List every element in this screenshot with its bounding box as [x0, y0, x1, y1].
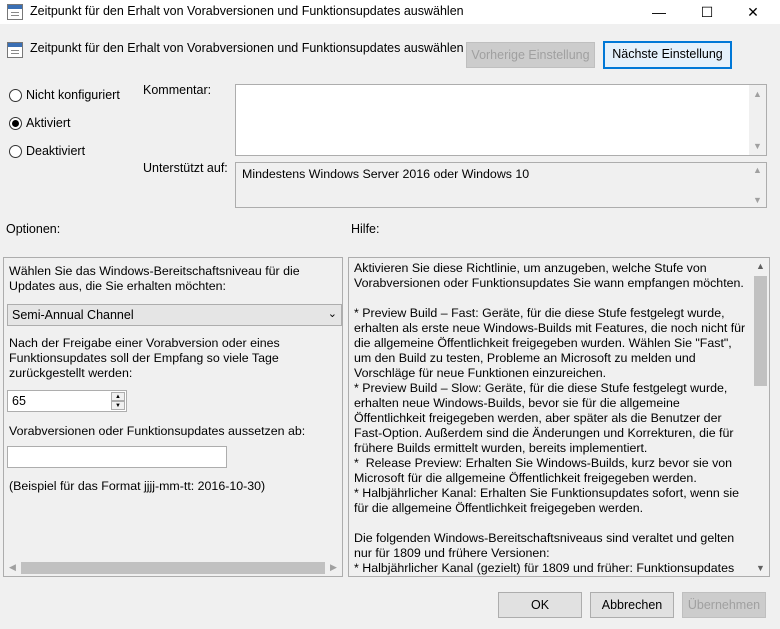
- options-panel: Wählen Sie das Windows-Bereitschaftsnive…: [3, 257, 343, 577]
- scrollbar-thumb[interactable]: [754, 276, 767, 386]
- chevron-down-icon: ⌄: [327, 308, 337, 320]
- pause-date-input[interactable]: [7, 446, 227, 468]
- help-scrollbar[interactable]: ▲ ▼: [752, 258, 769, 576]
- radio-enabled[interactable]: [9, 117, 22, 130]
- radio-not-configured-label[interactable]: Nicht konfiguriert: [26, 88, 120, 102]
- minimize-button[interactable]: —: [636, 0, 682, 24]
- maximize-button[interactable]: ☐: [684, 0, 730, 24]
- comment-scrollbar[interactable]: ▲ ▼: [749, 85, 766, 155]
- scroll-right-icon[interactable]: ▶: [325, 562, 342, 573]
- scroll-up-icon[interactable]: ▲: [749, 89, 766, 99]
- supported-scrollbar[interactable]: ▲ ▼: [749, 163, 766, 207]
- supported-box: Mindestens Windows Server 2016 oder Wind…: [235, 162, 767, 208]
- comment-label: Kommentar:: [143, 83, 212, 97]
- format-example-text: (Beispiel für das Format jjjj-mm-tt: 201…: [9, 479, 266, 493]
- supported-value: Mindestens Windows Server 2016 oder Wind…: [242, 167, 530, 181]
- window-title: Zeitpunkt für den Erhalt von Vorabversio…: [30, 4, 464, 18]
- close-button[interactable]: ✕: [730, 0, 776, 24]
- ok-button[interactable]: OK: [498, 592, 582, 618]
- scroll-left-icon[interactable]: ◀: [4, 562, 21, 573]
- radio-disabled[interactable]: [9, 145, 22, 158]
- previous-setting-button[interactable]: Vorherige Einstellung: [466, 42, 595, 68]
- policy-title: Zeitpunkt für den Erhalt von Vorabversio…: [30, 41, 464, 55]
- defer-label: Nach der Freigabe einer Vorabversion ode…: [9, 336, 280, 380]
- defer-days-stepper[interactable]: 65 ▲ ▼: [7, 390, 127, 412]
- help-panel: Aktivieren Sie diese Richtlinie, um anzu…: [348, 257, 770, 577]
- defer-days-value: 65: [12, 394, 26, 408]
- scroll-down-icon[interactable]: ▼: [749, 195, 766, 205]
- scroll-down-icon[interactable]: ▼: [749, 141, 766, 151]
- channel-select[interactable]: Semi-Annual Channel ⌄: [7, 304, 342, 326]
- options-section-label: Optionen:: [6, 222, 61, 236]
- supported-label: Unterstützt auf:: [143, 161, 228, 175]
- cancel-button[interactable]: Abbrechen: [590, 592, 674, 618]
- pause-label: Vorabversionen oder Funktionsupdates aus…: [9, 424, 306, 438]
- options-horizontal-scrollbar[interactable]: ◀ ▶: [4, 560, 342, 576]
- policy-icon: [7, 4, 23, 20]
- apply-button[interactable]: Übernehmen: [682, 592, 766, 618]
- stepper-down-icon[interactable]: ▼: [111, 401, 125, 410]
- help-section-label: Hilfe:: [351, 222, 380, 236]
- scroll-up-icon[interactable]: ▲: [749, 165, 766, 175]
- readiness-label: Wählen Sie das Windows-Bereitschaftsnive…: [9, 264, 300, 293]
- comment-textarea[interactable]: ▲ ▼: [235, 84, 767, 156]
- help-text: Aktivieren Sie diese Richtlinie, um anzu…: [354, 261, 746, 575]
- radio-not-configured[interactable]: [9, 89, 22, 102]
- radio-enabled-label[interactable]: Aktiviert: [26, 116, 70, 130]
- scroll-up-icon[interactable]: ▲: [752, 261, 769, 271]
- next-setting-button[interactable]: Nächste Einstellung: [603, 41, 732, 69]
- policy-setting-icon: [7, 42, 23, 58]
- channel-select-value: Semi-Annual Channel: [12, 308, 134, 322]
- stepper-up-icon[interactable]: ▲: [111, 392, 125, 401]
- radio-disabled-label[interactable]: Deaktiviert: [26, 144, 85, 158]
- scroll-down-icon[interactable]: ▼: [752, 563, 769, 573]
- scrollbar-thumb[interactable]: [21, 562, 325, 574]
